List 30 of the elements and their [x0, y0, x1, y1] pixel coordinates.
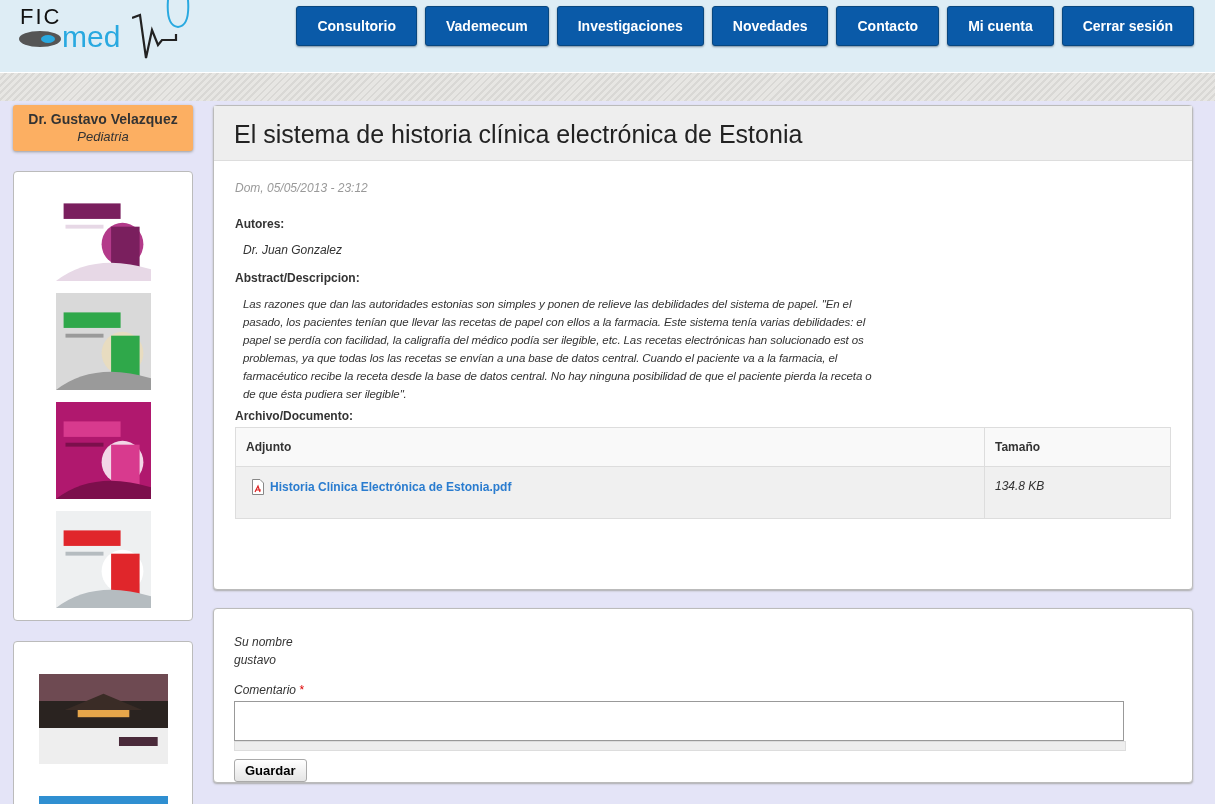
file-link[interactable]: Historia Clínica Electrónica de Estonia.pdf — [270, 480, 512, 494]
table-cell: 134.8 KB — [984, 466, 1171, 519]
nav-button[interactable]: Consultorio — [296, 6, 417, 46]
field-label: Comentario — [234, 683, 297, 697]
save-button[interactable]: Guardar — [234, 759, 307, 782]
comment-field[interactable] — [234, 701, 1124, 741]
post-date: Dom, 05/05/2013 - 23:12 — [235, 181, 369, 195]
nav-button[interactable]: Vademecum — [425, 6, 549, 46]
field-label: Abstract/Descripcion: — [235, 271, 361, 285]
required-mark: * — [299, 683, 305, 697]
logo-text: FIC — [20, 4, 62, 30]
logo-text: med — [62, 20, 121, 54]
article-title: El sistema de historia clínica electrónica de Estonia — [214, 106, 1192, 161]
field-label: Su nombre — [234, 634, 294, 651]
abstract-text: Las razones que dan las autoridades estonias son simples y ponen de relieve las debilidades del sistema de papel. "En el pasado, los pacientes tenían que llevar las recetas de papel con ellos a la farmacia. Este sistema tenía varias debilidades: el papel se perdía con facilidad, la caligrafía del médico podía ser ilegible, etc. Las recetas electrónicas han solucionado est os problemas, ya que todas los las recetas se envían a una base de datos central. Cuando el paciente va a la farmacia, el farmacéutico recibe la receta desde la base de datos central. No hay ninguna posibilidad de que el paciente pierda la receta o de que ésta pudiera ser ilegible". — [243, 297, 873, 402]
pdf-file-icon — [252, 479, 264, 495]
nav-button[interactable]: Novedades — [711, 6, 829, 46]
nav-button[interactable]: Mi cuenta — [947, 6, 1054, 46]
field-value: gustavo — [234, 652, 278, 669]
doctor-name: Dr. Gustavo Velazquez — [27, 111, 179, 127]
nav-button[interactable]: Contacto — [836, 6, 940, 46]
field-label: Autores: — [235, 217, 286, 231]
mouse-icon — [18, 30, 62, 48]
field-label: Archivo/Documento: — [235, 409, 354, 423]
author-name: Dr. Juan Gonzalez — [243, 243, 343, 257]
nav-button[interactable]: Investigaciones — [556, 6, 704, 46]
nav-button[interactable]: Cerrar sesión — [1061, 6, 1194, 46]
column-header: Tamaño — [984, 427, 1171, 467]
column-header: Adjunto — [235, 427, 985, 467]
doctor-specialty: Pediatria — [76, 129, 130, 144]
